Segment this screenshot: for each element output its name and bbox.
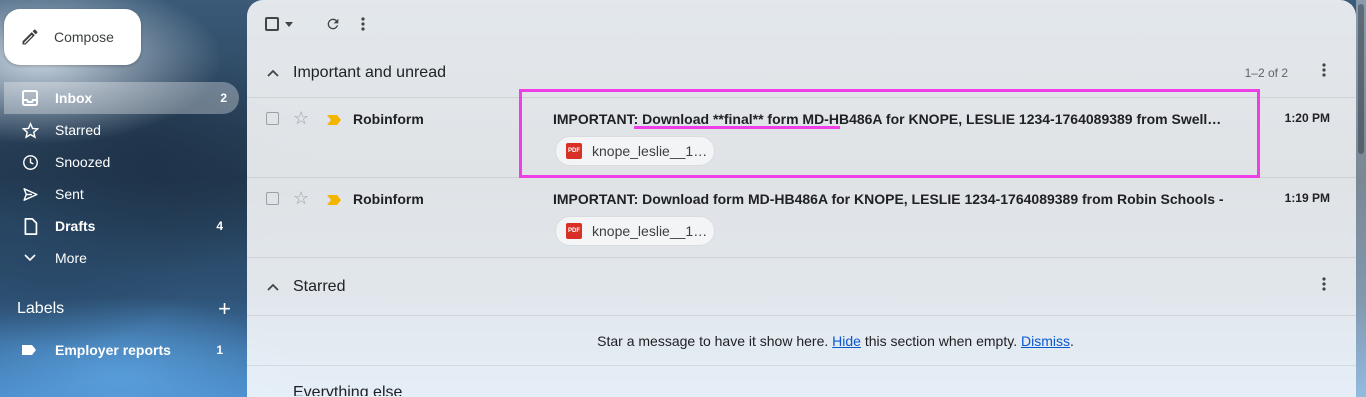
sidebar-label-employer-reports[interactable]: Employer reports 1 [21, 338, 231, 362]
important-marker-icon[interactable] [327, 112, 341, 130]
chevron-down-icon [21, 249, 39, 267]
sidebar-item-label: Drafts [55, 218, 96, 234]
email-row[interactable]: ☆ Robinform IMPORTANT: Download **final*… [247, 98, 1356, 178]
attachment-chip[interactable]: PDF knope_leslie__1… [555, 136, 715, 166]
draft-icon [21, 217, 39, 235]
label-name: Employer reports [55, 342, 171, 358]
more-vert-icon[interactable] [361, 12, 365, 36]
dismiss-link[interactable]: Dismiss [1021, 333, 1070, 349]
sidebar-item-sent[interactable]: Sent [0, 178, 247, 210]
attachment-name: knope_leslie__1… [592, 143, 708, 159]
unread-count: 2 [220, 91, 227, 105]
toolbar [247, 0, 1356, 48]
sidebar-item-snoozed[interactable]: Snoozed [0, 146, 247, 178]
row-checkbox[interactable] [266, 112, 279, 125]
pdf-icon: PDF [566, 143, 582, 159]
collapse-section-icon[interactable] [261, 283, 285, 291]
refresh-icon[interactable] [325, 12, 341, 36]
label-icon [21, 344, 39, 356]
sidebar-item-label: More [55, 250, 87, 266]
sidebar-item-label: Inbox [55, 90, 93, 106]
star-icon [21, 121, 39, 139]
sidebar-nav: Inbox 2 Starred Snoozed Sent Drafts 4 Mo… [0, 82, 247, 274]
starred-empty-message: Star a message to have it show here. Hid… [247, 316, 1356, 366]
send-icon [21, 185, 39, 203]
sidebar-item-drafts[interactable]: Drafts 4 [0, 210, 247, 242]
sidebar-item-more[interactable]: More [0, 242, 247, 274]
email-subject: IMPORTANT: Download form MD-HB486A for K… [553, 191, 1224, 207]
select-checkbox-icon[interactable] [265, 12, 279, 36]
label-count: 1 [216, 343, 223, 357]
star-toggle-icon[interactable]: ☆ [293, 188, 309, 209]
email-sender: Robinform [353, 111, 424, 127]
section-title: Everything else [293, 384, 403, 396]
star-toggle-icon[interactable]: ☆ [293, 108, 309, 129]
empty-text: Star a message to have it show here. [597, 332, 829, 349]
mail-list-panel: Important and unread 1–2 of 2 ☆ Robinfor… [247, 0, 1356, 397]
add-label-icon[interactable]: + [218, 298, 231, 320]
email-sender: Robinform [353, 191, 424, 207]
section-title: Important and unread [293, 63, 446, 81]
email-time: 1:19 PM [1284, 191, 1330, 205]
empty-text-suffix: . [1069, 332, 1074, 349]
pdf-icon: PDF [566, 223, 582, 239]
drafts-count: 4 [216, 219, 223, 233]
dropdown-arrow-icon[interactable] [285, 12, 293, 36]
sidebar: Compose Inbox 2 Starred Snoozed Sent Dra… [0, 0, 247, 397]
section-important-unread: Important and unread 1–2 of 2 [247, 48, 1356, 98]
pencil-icon [22, 29, 38, 45]
sidebar-item-label: Starred [55, 122, 101, 138]
email-subject: IMPORTANT: Download **final** form MD-HB… [553, 111, 1222, 127]
compose-button[interactable]: Compose [4, 9, 141, 65]
inbox-icon [21, 89, 39, 107]
pagination-range: 1–2 of 2 [1244, 65, 1288, 80]
section-more-icon[interactable] [1322, 277, 1326, 296]
labels-title: Labels [17, 300, 65, 317]
sidebar-item-starred[interactable]: Starred [0, 114, 247, 146]
scrollbar-thumb[interactable] [1358, 4, 1364, 154]
email-row[interactable]: ☆ Robinform IMPORTANT: Download form MD-… [247, 178, 1356, 258]
email-time: 1:20 PM [1284, 111, 1330, 125]
section-everything-else: Everything else [247, 366, 1356, 396]
section-more-icon[interactable] [1322, 63, 1326, 82]
scrollbar[interactable] [1356, 0, 1366, 397]
section-starred: Starred [247, 258, 1356, 316]
empty-text-middle: this section when empty. [864, 332, 1018, 349]
important-marker-icon[interactable] [327, 192, 341, 210]
collapse-section-icon[interactable] [261, 69, 285, 77]
sidebar-item-inbox[interactable]: Inbox 2 [4, 82, 239, 114]
labels-header: Labels + [17, 298, 231, 320]
attachment-chip[interactable]: PDF knope_leslie__1… [555, 216, 715, 246]
attachment-name: knope_leslie__1… [592, 223, 708, 239]
compose-label: Compose [54, 29, 114, 45]
sidebar-item-label: Snoozed [55, 154, 111, 170]
sidebar-item-label: Sent [55, 186, 84, 202]
clock-icon [21, 153, 39, 171]
hide-section-link[interactable]: Hide [832, 333, 861, 349]
section-title: Starred [293, 277, 346, 295]
row-checkbox[interactable] [266, 192, 279, 205]
